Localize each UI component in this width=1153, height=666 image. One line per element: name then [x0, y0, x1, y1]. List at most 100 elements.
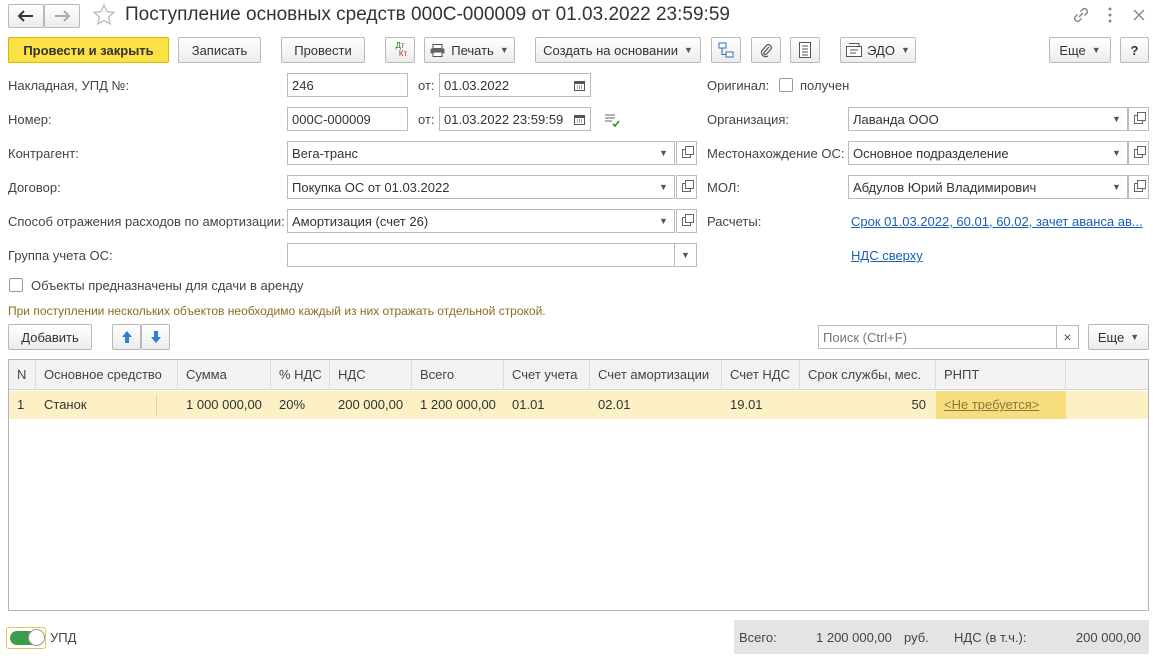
- report-button[interactable]: [790, 37, 820, 63]
- number-label: Номер:: [8, 112, 52, 127]
- counterparty-input[interactable]: Вега-транс: [287, 141, 654, 165]
- vat-on-top-link[interactable]: НДС сверху: [851, 248, 923, 263]
- location-open-button[interactable]: [1128, 141, 1149, 165]
- calendar-button[interactable]: [569, 107, 591, 131]
- column-header-service-life[interactable]: Срок службы, мес.: [800, 360, 936, 390]
- search-input[interactable]: [818, 325, 1057, 349]
- invoice-date-input[interactable]: 01.03.2022: [439, 73, 570, 97]
- cell-total[interactable]: 1 200 000,00: [412, 391, 504, 419]
- mol-dropdown[interactable]: ▼: [1106, 175, 1128, 199]
- organization-dropdown[interactable]: ▼: [1106, 107, 1128, 131]
- edo-button[interactable]: ЭДО ▼: [840, 37, 916, 63]
- cell-vat-rate[interactable]: 20%: [271, 391, 330, 419]
- menu-dots-icon[interactable]: [1104, 6, 1116, 24]
- number-input[interactable]: 000С-000009: [287, 107, 408, 131]
- depreciation-label: Способ отражения расходов по амортизации…: [8, 214, 285, 229]
- open-icon: [1134, 179, 1146, 192]
- totals-panel: Всего: 1 200 000,00 руб. НДС (в т.ч.): 2…: [734, 620, 1149, 654]
- help-button[interactable]: ?: [1120, 37, 1149, 63]
- calendar-button[interactable]: [569, 73, 591, 97]
- close-icon[interactable]: [1131, 7, 1147, 23]
- cell-rnpt[interactable]: <Не требуется>: [936, 391, 1066, 419]
- cell-account[interactable]: 01.01: [504, 391, 590, 419]
- save-button[interactable]: Записать: [178, 37, 261, 63]
- rent-checkbox[interactable]: [9, 278, 23, 292]
- open-icon: [1134, 111, 1146, 124]
- mol-label: МОЛ:: [707, 180, 740, 195]
- column-header-vat-account[interactable]: Счет НДС: [722, 360, 800, 390]
- add-row-button[interactable]: Добавить: [8, 324, 92, 350]
- organization-open-button[interactable]: [1128, 107, 1149, 131]
- location-dropdown[interactable]: ▼: [1106, 141, 1128, 165]
- clear-search-button[interactable]: ×: [1056, 325, 1079, 349]
- more-label: Еще: [1059, 42, 1086, 58]
- mol-open-button[interactable]: [1128, 175, 1149, 199]
- depreciation-input[interactable]: Амортизация (счет 26): [287, 209, 654, 233]
- column-header-n[interactable]: N: [9, 360, 36, 390]
- table-row[interactable]: 1 Станок 1 000 000,00 20% 200 000,00 1 2…: [9, 391, 1148, 419]
- column-header-total[interactable]: Всего: [412, 360, 504, 390]
- number-date-input[interactable]: 01.03.2022 23:59:59: [439, 107, 570, 131]
- asset-group-input[interactable]: [287, 243, 675, 267]
- cell-vat[interactable]: 200 000,00: [330, 391, 412, 419]
- move-up-button[interactable]: [112, 324, 141, 350]
- back-button[interactable]: [8, 4, 44, 28]
- attach-button[interactable]: [751, 37, 781, 63]
- upd-label: УПД: [50, 630, 77, 645]
- forward-button[interactable]: [44, 4, 80, 28]
- list-doc-icon: [799, 42, 811, 58]
- post-and-close-button[interactable]: Провести и закрыть: [8, 37, 169, 63]
- cell-divider: [156, 394, 157, 416]
- cell-vat-account[interactable]: 19.01: [722, 391, 800, 419]
- cell-n: 1: [17, 397, 25, 412]
- original-label: Оригинал:: [707, 78, 770, 93]
- mol-input[interactable]: Абдулов Юрий Владимирович: [848, 175, 1107, 199]
- cell-service-life[interactable]: 50: [800, 391, 936, 419]
- counterparty-open-button[interactable]: [676, 141, 697, 165]
- table-more-button[interactable]: Еще ▼: [1088, 324, 1149, 350]
- column-header-vat-rate[interactable]: % НДС: [271, 360, 330, 390]
- invoice-number-input[interactable]: 246: [287, 73, 408, 97]
- print-button[interactable]: Печать ▼: [424, 37, 515, 63]
- counterparty-dropdown[interactable]: ▼: [653, 141, 675, 165]
- contract-dropdown[interactable]: ▼: [653, 175, 675, 199]
- cell-asset[interactable]: Станок: [36, 391, 156, 419]
- caret-down-icon: ▼: [499, 45, 509, 55]
- create-based-on-button[interactable]: Создать на основании ▼: [535, 37, 701, 63]
- organization-label: Организация:: [707, 112, 790, 127]
- depreciation-dropdown[interactable]: ▼: [653, 209, 675, 233]
- rnpt-link[interactable]: <Не требуется>: [944, 397, 1039, 412]
- original-received-checkbox[interactable]: [779, 78, 793, 92]
- favorite-star-icon[interactable]: [92, 3, 116, 27]
- create-based-on-label: Создать на основании: [543, 42, 678, 58]
- dt-kt-button[interactable]: Дт Кт: [385, 37, 415, 63]
- contract-input[interactable]: Покупка ОС от 01.03.2022: [287, 175, 654, 199]
- location-input[interactable]: Основное подразделение: [848, 141, 1107, 165]
- column-header-sum[interactable]: Сумма: [178, 360, 271, 390]
- depreciation-open-button[interactable]: [676, 209, 697, 233]
- more-button[interactable]: Еще ▼: [1049, 37, 1111, 63]
- move-down-button[interactable]: [141, 324, 170, 350]
- column-header-account[interactable]: Счет учета: [504, 360, 590, 390]
- cell-sum[interactable]: 1 000 000,00: [178, 391, 271, 419]
- column-header-asset[interactable]: Основное средство: [36, 360, 178, 390]
- column-header-vat[interactable]: НДС: [330, 360, 412, 390]
- print-label: Печать: [451, 42, 494, 58]
- link-icon[interactable]: [1072, 6, 1090, 24]
- cell-depr-account[interactable]: 02.01: [590, 391, 722, 419]
- organization-input[interactable]: Лаванда ООО: [848, 107, 1107, 131]
- structure-icon: [718, 42, 734, 58]
- asset-group-dropdown[interactable]: ▼: [675, 243, 697, 267]
- dt-kt-icon: Дт Кт: [395, 41, 408, 58]
- settlements-link[interactable]: Срок 01.03.2022, 60.01, 60.02, зачет ава…: [851, 214, 1143, 229]
- column-header-rnpt[interactable]: РНПТ: [936, 360, 1066, 390]
- post-button[interactable]: Провести: [281, 37, 365, 63]
- currency-label: руб.: [904, 630, 929, 645]
- location-label: Местонахождение ОС:: [707, 146, 845, 161]
- contract-open-button[interactable]: [676, 175, 697, 199]
- structure-button[interactable]: [711, 37, 741, 63]
- edit-number-icon[interactable]: [604, 113, 620, 128]
- upd-toggle[interactable]: [6, 627, 46, 649]
- column-header-depr-account[interactable]: Счет амортизации: [590, 360, 722, 390]
- table-header: N Основное средство Сумма % НДС НДС Всег…: [9, 360, 1148, 390]
